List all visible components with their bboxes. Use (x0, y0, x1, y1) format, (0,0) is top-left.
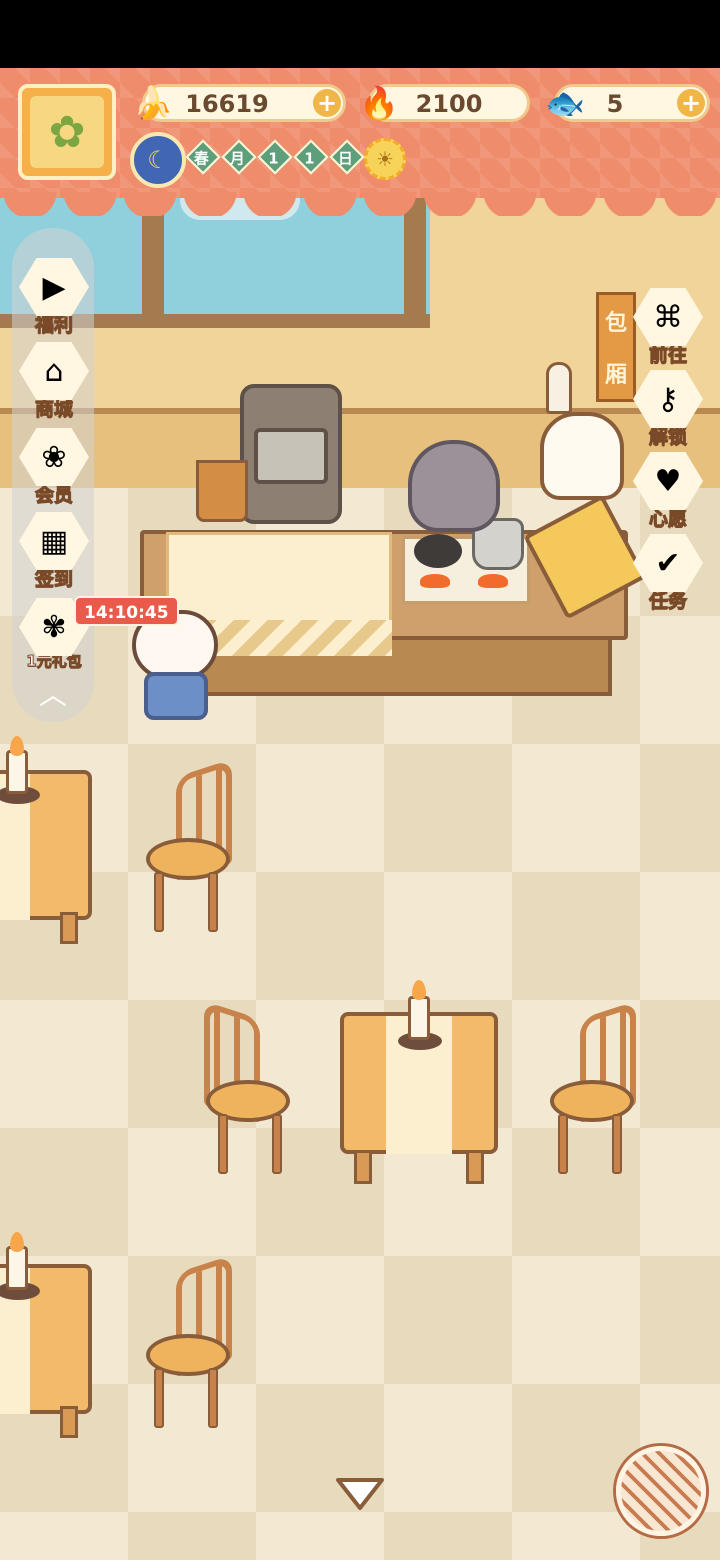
menu-welfare[interactable]: ▶ 福利 (12, 258, 96, 342)
chair-leg (154, 872, 164, 932)
oven[interactable] (240, 384, 342, 524)
stove-flame (420, 574, 450, 588)
fire-pepper-value: 2100 (415, 90, 483, 118)
table-leg (60, 1406, 78, 1438)
flower-icon: ❀ (19, 428, 89, 486)
chair-leg (218, 1114, 228, 1174)
chair[interactable] (146, 758, 238, 934)
candle (6, 750, 28, 794)
vegetable-basket (196, 460, 248, 522)
day-label-text: 日 (338, 149, 353, 168)
calendar-icon: ▦ (19, 512, 89, 570)
sun-weather-icon[interactable]: ☀ (364, 138, 406, 180)
key-icon: ⚷ (633, 370, 703, 428)
date-season: 春 (185, 139, 221, 175)
menu-member[interactable]: ❀ 会员 (12, 428, 96, 512)
season-text: 春 (194, 149, 209, 168)
lucky-cat[interactable] (540, 412, 624, 500)
menu-go-to[interactable]: ⌘ 前往 (628, 288, 708, 372)
gift-timer-badge: 14:10:45 (74, 596, 179, 626)
chair-leg (272, 1114, 282, 1174)
date-month-label: 月 (221, 139, 257, 175)
menu-task[interactable]: ✔ 任务 (628, 534, 708, 618)
chair-leg (208, 1368, 218, 1428)
menu-unlock[interactable]: ⚷ 解锁 (628, 370, 708, 454)
month-text: 1 (268, 149, 279, 168)
grey-cat-chef[interactable] (408, 440, 500, 532)
shop-icon: ⌂ (19, 342, 89, 400)
player-avatar[interactable]: ✿ (18, 84, 116, 180)
candle-flame (10, 1232, 24, 1252)
add-banana-button[interactable]: + (313, 89, 341, 117)
candle (408, 996, 430, 1040)
fire-pepper-counter[interactable]: 🔥 2100 (359, 84, 530, 122)
clover-icon: ✿ (30, 96, 104, 168)
fish-counter[interactable]: 🐟 5 + (545, 84, 710, 122)
chevron-up-icon[interactable]: ︿ (34, 676, 72, 714)
oven-window (254, 428, 328, 484)
table-leg (466, 1150, 484, 1184)
menu-checkin[interactable]: ▦ 签到 (12, 512, 96, 596)
chevron-down-icon[interactable] (334, 1474, 386, 1514)
chair-leg (154, 1368, 164, 1428)
scroll-map-icon: ⌘ (633, 288, 703, 346)
table-leg (60, 912, 78, 944)
status-bar (0, 0, 720, 68)
day-text: 1 (304, 149, 315, 168)
add-fish-button[interactable]: + (677, 89, 705, 117)
frying-pan (414, 534, 462, 568)
candle-flame (412, 980, 426, 1000)
table-leg (354, 1150, 372, 1184)
chair[interactable] (198, 1000, 290, 1176)
tv-icon: ▶ (19, 258, 89, 316)
date-day-label: 日 (329, 139, 365, 175)
yarn-ball-icon[interactable] (616, 1446, 706, 1536)
stove-flame (478, 574, 508, 588)
cat-apron (144, 672, 208, 720)
candle-flame (10, 736, 24, 756)
task-board-icon: ✔ (633, 534, 703, 592)
heart-book-icon: ♥ (633, 452, 703, 510)
month-label-text: 月 (230, 149, 245, 168)
lamp (546, 362, 572, 414)
menu-wish[interactable]: ♥ 心愿 (628, 452, 708, 536)
fish-value: 5 (606, 90, 624, 118)
date-day: 1 (293, 139, 329, 175)
sign-char: 厢 (604, 363, 627, 388)
chair[interactable] (146, 1254, 238, 1430)
calendar-date[interactable]: 春 月 1 1 日 (185, 139, 365, 175)
chair-leg (558, 1114, 568, 1174)
chair[interactable] (550, 1000, 642, 1176)
banana-value: 16619 (185, 90, 269, 118)
banana-counter[interactable]: 🍌 16619 + (133, 84, 346, 122)
candle (6, 1246, 28, 1290)
moon-clock-icon[interactable]: ☾ (130, 132, 186, 188)
sign-char: 包 (604, 311, 627, 336)
chair-leg (612, 1114, 622, 1174)
date-month: 1 (257, 139, 293, 175)
menu-shop[interactable]: ⌂ 商城 (12, 342, 96, 426)
chair-leg (208, 872, 218, 932)
